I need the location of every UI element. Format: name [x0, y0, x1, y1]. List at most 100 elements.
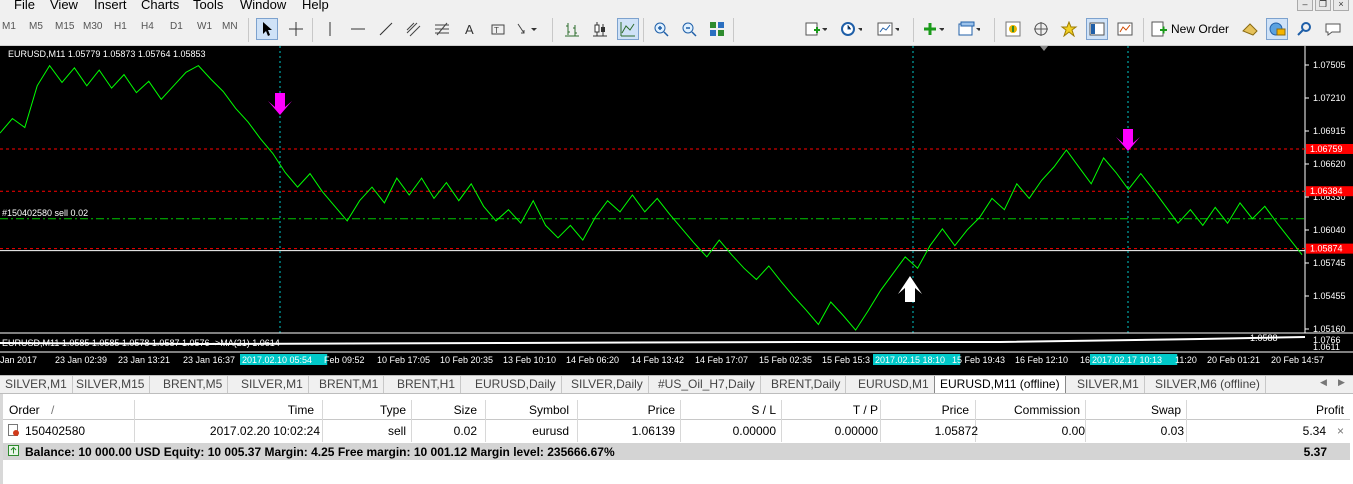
col-tp[interactable]: T / P	[853, 403, 878, 417]
timeframe-m30[interactable]: M30	[83, 21, 102, 32]
tab-scroll-right-icon[interactable]: ▶	[1338, 377, 1345, 388]
chat-icon[interactable]	[1322, 18, 1344, 40]
horizontal-line-icon[interactable]	[347, 18, 369, 40]
col-current-price[interactable]: Price	[942, 403, 969, 417]
cursor-tool-icon[interactable]	[256, 18, 278, 40]
chart-canvas[interactable]: 1.075051.072101.069151.066201.063301.060…	[0, 46, 1353, 375]
auto-trading-icon[interactable]	[1239, 18, 1261, 40]
tile-windows-icon[interactable]	[706, 18, 728, 40]
total-profit: 5.37	[1303, 445, 1327, 459]
strategy-tester-icon[interactable]	[1114, 18, 1136, 40]
col-swap[interactable]: Swap	[1151, 403, 1181, 417]
fibonacci-icon[interactable]	[431, 18, 453, 40]
tab-scroll-left-icon[interactable]: ◀	[1320, 377, 1327, 388]
channel-icon[interactable]	[403, 18, 425, 40]
col-order[interactable]: Order	[9, 403, 40, 417]
menu-window[interactable]: Window	[240, 0, 286, 12]
chart-tab[interactable]: #US_Oil_H7,Daily	[653, 376, 761, 393]
toolbar-separator	[913, 18, 914, 42]
sell-arrow-icon	[268, 93, 292, 115]
timeframe-h4[interactable]: H4	[141, 21, 154, 32]
chart-tab[interactable]: SILVER,M1	[0, 376, 73, 393]
time-highlight-label: 2017.02.17 10:13	[1092, 355, 1162, 365]
price-tick-label: 1.05455	[1313, 291, 1346, 301]
price-tick-label: 1.05745	[1313, 258, 1346, 268]
timeframe-w1[interactable]: W1	[197, 21, 212, 32]
timeframe-m15[interactable]: M15	[55, 21, 74, 32]
menu-tools[interactable]: Tools	[193, 0, 223, 12]
navigator-icon[interactable]	[1030, 18, 1052, 40]
add-indicator-icon[interactable]	[805, 18, 827, 40]
col-commission[interactable]: Commission	[1014, 403, 1080, 417]
bar-chart-icon[interactable]	[561, 18, 583, 40]
restore-icon[interactable]: ❐	[1315, 0, 1331, 11]
vertical-line-icon[interactable]	[319, 18, 341, 40]
label-tool-icon[interactable]: T	[487, 18, 509, 40]
toolbar-separator	[994, 18, 995, 42]
order-current-price: 1.05872	[934, 424, 978, 438]
new-chart-icon[interactable]	[922, 18, 944, 40]
chart-tab-active[interactable]: EURUSD,M11 (offline)	[934, 376, 1066, 394]
terminal-panel-icon[interactable]	[1086, 18, 1108, 40]
minimize-icon[interactable]: –	[1297, 0, 1313, 11]
chart-tab[interactable]: BRENT,M5	[158, 376, 229, 393]
chart-tab[interactable]: BRENT,M1	[314, 376, 385, 393]
text-tool-icon[interactable]: A	[459, 18, 481, 40]
templates-icon[interactable]	[877, 18, 899, 40]
chart-tabs-bar: SILVER,M1 SILVER,M15 BRENT,M5 SILVER,M1 …	[0, 375, 1353, 394]
candlestick-icon[interactable]	[589, 18, 611, 40]
chart-tab[interactable]: EURUSD,M1	[853, 376, 935, 393]
close-order-icon[interactable]: ×	[1337, 424, 1344, 438]
order-row[interactable]: 150402580 2017.02.20 10:02:24 sell 0.02 …	[3, 421, 1350, 439]
arrows-tool-icon[interactable]	[515, 18, 537, 40]
col-time[interactable]: Time	[288, 403, 314, 417]
chart-tab[interactable]: EURUSD,Daily	[470, 376, 562, 393]
indicator-axis-label: 1.0611	[1313, 342, 1340, 352]
time-axis-label: 16 Feb 12:10	[1015, 355, 1068, 365]
timeframe-h1[interactable]: H1	[114, 21, 127, 32]
trendline-icon[interactable]	[375, 18, 397, 40]
chart-tab[interactable]: SILVER,M6 (offline)	[1150, 376, 1266, 393]
time-highlight-label: 2017.02.10 05:54	[242, 355, 312, 365]
menu-charts[interactable]: Charts	[141, 0, 179, 12]
timeframe-m5[interactable]: M5	[29, 21, 43, 32]
time-axis-label: 13 Feb 10:10	[503, 355, 556, 365]
menu-file[interactable]: File	[14, 0, 35, 12]
menu-view[interactable]: View	[50, 0, 78, 12]
chart-tab[interactable]: BRENT,Daily	[766, 376, 847, 393]
col-type[interactable]: Type	[380, 403, 406, 417]
col-price[interactable]: Price	[648, 403, 675, 417]
market-watch-icon[interactable]	[1002, 18, 1024, 40]
chart-tab[interactable]: BRENT,H1	[392, 376, 462, 393]
timeframe-mn[interactable]: MN	[222, 21, 238, 32]
close-icon[interactable]: ×	[1333, 0, 1349, 11]
col-profit[interactable]: Profit	[1316, 403, 1344, 417]
order-stop-loss[interactable]: 0.00000	[733, 424, 776, 438]
expert-advisor-icon[interactable]	[1266, 18, 1288, 40]
order-take-profit[interactable]: 0.00000	[835, 424, 878, 438]
new-order-button[interactable]: New Order	[1150, 18, 1229, 40]
col-sl[interactable]: S / L	[751, 403, 776, 417]
periodicity-icon[interactable]	[840, 18, 862, 40]
profiles-icon[interactable]	[958, 18, 980, 40]
price-marker-label: 1.05874	[1310, 244, 1343, 254]
zoom-in-icon[interactable]	[650, 18, 672, 40]
timeframe-d1[interactable]: D1	[170, 21, 183, 32]
chart-tab[interactable]: SILVER,M1	[236, 376, 309, 393]
collapse-icon[interactable]	[8, 445, 20, 457]
zoom-out-icon[interactable]	[678, 18, 700, 40]
price-chart[interactable]: 1.07505 1.07210 1.06915 1.06620 1.06330 1.060…	[0, 46, 1353, 375]
chart-tab[interactable]: SILVER,M15	[71, 376, 151, 393]
col-symbol[interactable]: Symbol	[529, 403, 569, 417]
favorites-icon[interactable]	[1058, 18, 1080, 40]
menu-help[interactable]: Help	[302, 0, 329, 12]
trading-terminal-window: File View Insert Charts Tools Window Hel…	[0, 0, 1353, 484]
col-size[interactable]: Size	[454, 403, 477, 417]
line-chart-icon[interactable]	[617, 18, 639, 40]
crosshair-icon[interactable]	[285, 18, 307, 40]
chart-tab[interactable]: SILVER,Daily	[566, 376, 649, 393]
menu-insert[interactable]: Insert	[94, 0, 127, 12]
timeframe-m1[interactable]: M1	[2, 21, 16, 32]
chart-tab[interactable]: SILVER,M1	[1072, 376, 1145, 393]
search-icon[interactable]	[1294, 18, 1316, 40]
